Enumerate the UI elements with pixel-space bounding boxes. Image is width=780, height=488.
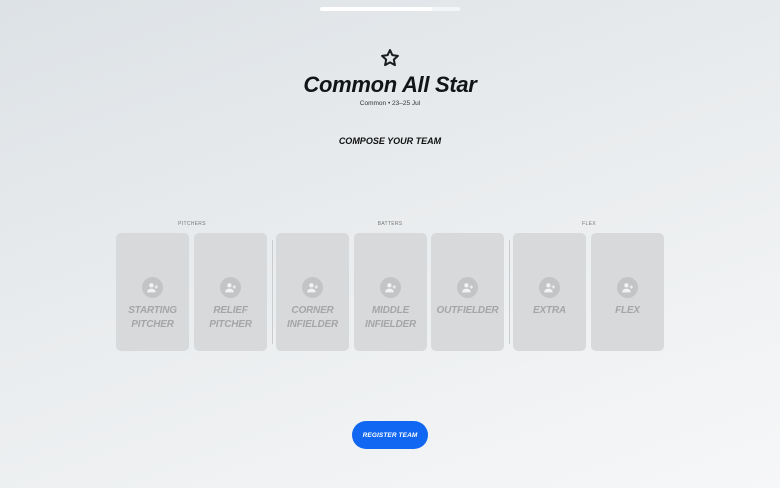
- slot-corner-infielder[interactable]: CORNER INFIELDER: [276, 233, 349, 351]
- slot-extra[interactable]: EXTRA: [513, 233, 586, 351]
- star-icon: [381, 49, 399, 67]
- add-player-icon: [457, 277, 478, 298]
- slot-label: RELIEF PITCHER: [209, 305, 252, 330]
- group-label-pitchers: PITCHERS: [178, 221, 206, 227]
- page-title: Common All Star: [303, 72, 477, 97]
- slot-label: STARTING PITCHER: [128, 305, 177, 330]
- add-player-icon: [302, 277, 323, 298]
- slot-outfielder[interactable]: OUTFIELDER: [431, 233, 504, 351]
- group-label-batters: BATTERS: [377, 221, 403, 227]
- event-subtitle: Common • 23–25 Jul: [359, 100, 421, 107]
- slot-starting-pitcher[interactable]: STARTING PITCHER: [116, 233, 189, 351]
- slot-flex[interactable]: FLEX: [591, 233, 664, 351]
- slot-label: CORNER INFIELDER: [287, 305, 338, 330]
- slot-label: MIDDLE INFIELDER: [365, 305, 416, 330]
- group-divider: [272, 240, 273, 344]
- add-player-icon: [142, 277, 163, 298]
- add-player-icon: [539, 277, 560, 298]
- progress-bar-fill: [320, 7, 432, 11]
- slot-label: EXTRA: [533, 305, 566, 316]
- add-player-icon: [617, 277, 638, 298]
- register-team-button[interactable]: REGISTER TEAM: [352, 421, 428, 449]
- section-heading: COMPOSE YOUR TEAM: [338, 136, 442, 146]
- group-label-flex: FLEX: [582, 221, 596, 227]
- progress-bar: [320, 7, 460, 11]
- slot-label: FLEX: [615, 305, 640, 316]
- add-player-icon: [380, 277, 401, 298]
- group-divider: [509, 240, 510, 344]
- slot-label: OUTFIELDER: [436, 305, 499, 316]
- add-player-icon: [220, 277, 241, 298]
- slot-relief-pitcher[interactable]: RELIEF PITCHER: [194, 233, 267, 351]
- slot-middle-infielder[interactable]: MIDDLE INFIELDER: [354, 233, 427, 351]
